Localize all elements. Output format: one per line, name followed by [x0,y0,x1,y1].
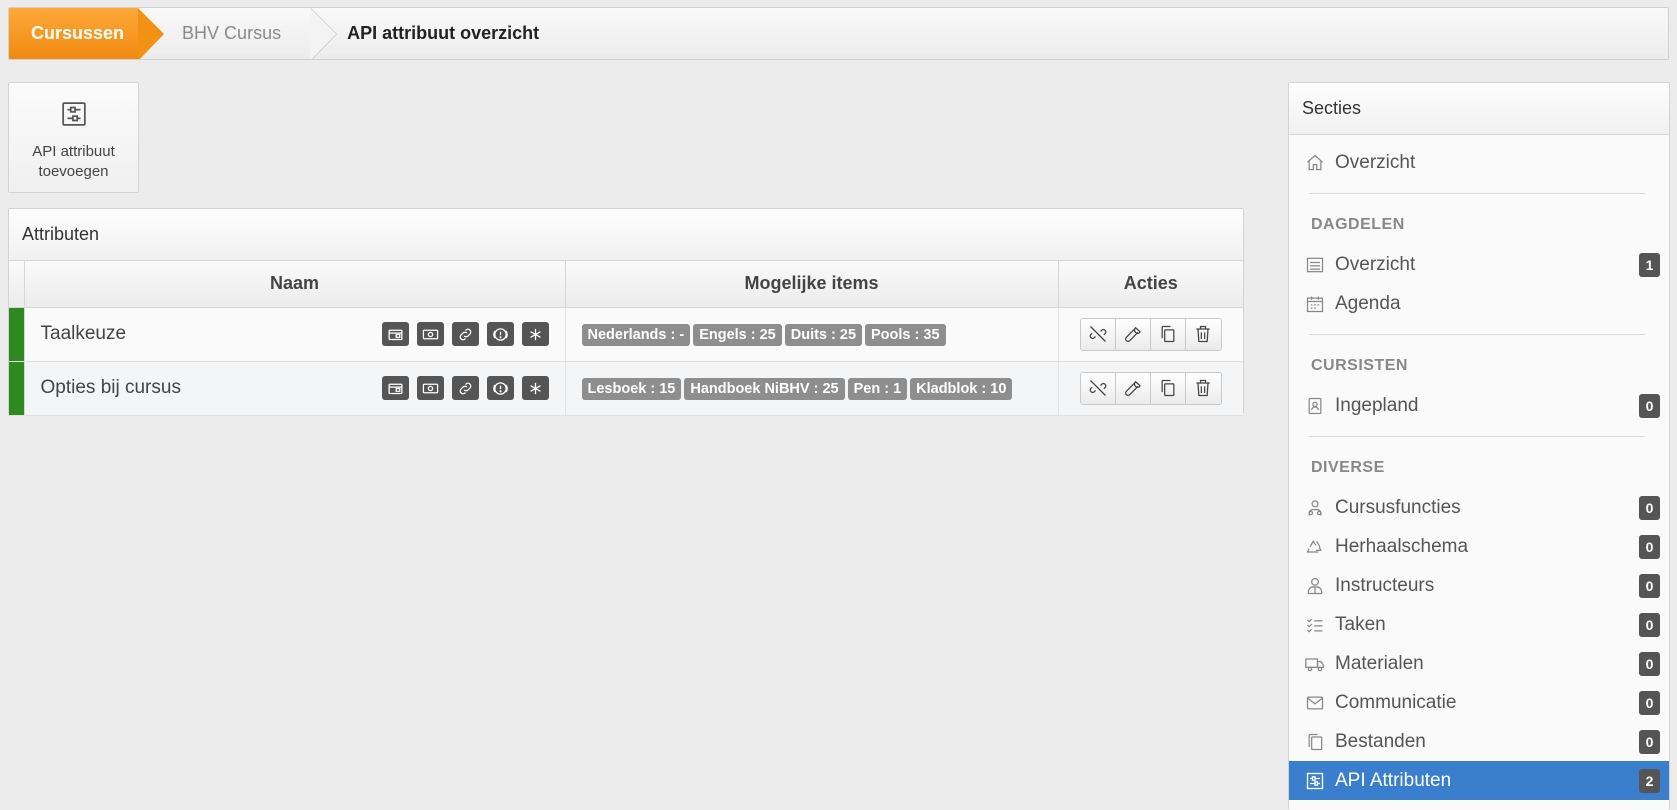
count-badge: 0 [1639,729,1660,754]
attribute-name: Taalkeuze [40,323,127,344]
files-icon [1305,731,1327,753]
unlink-button[interactable] [1080,318,1116,350]
calendar-icon [1305,293,1327,315]
row-actions [1079,317,1222,351]
sidebar-item-instructeurs[interactable]: Instructeurs 0 [1289,566,1669,605]
edit-button[interactable] [1115,318,1151,350]
count-badge: 0 [1639,651,1660,676]
instructor-icon [1305,575,1327,597]
sidebar-item-dagdelen-overview[interactable]: Overzicht 1 [1289,245,1669,284]
item-tag: Lesboek : 15 [581,377,682,400]
money-icon [416,376,444,400]
sidebar-item-taken[interactable]: Taken 0 [1289,605,1669,644]
section-title-cursisten: CURSISTEN [1311,357,1408,374]
add-api-attribute-button[interactable]: API attribuut toevoegen [8,82,139,193]
trash-icon [1196,325,1210,343]
table-row: Taalkeuze Nederlands : - Engels : 25 Duits… [9,307,1243,362]
delete-button[interactable] [1185,318,1221,350]
asterisk-icon [521,322,549,346]
count-badge: 2 [1639,768,1660,793]
row-actions [1079,371,1222,405]
breadcrumb: Cursussen BHV Cursus API attribuut overz… [8,7,1669,60]
item-tag: Kladblok : 10 [910,377,1013,400]
sidebar-item-herhaalschema[interactable]: Herhaalschema 0 [1289,527,1669,566]
sidebar-item-ingepland[interactable]: Ingepland 0 [1289,386,1669,425]
divider [1309,334,1645,335]
column-header-naam: Naam [24,261,566,308]
card-icon [381,376,409,400]
money-icon [416,322,444,346]
attributes-panel: Attributen Naam Mogelijke items Acties T… [8,208,1244,416]
card-icon [381,322,409,346]
sidebar-item-communicatie[interactable]: Communicatie 0 [1289,683,1669,722]
column-header-mogelijke-items: Mogelijke items [565,261,1059,308]
item-tag: Nederlands : - [581,323,691,346]
count-badge: 0 [1639,495,1660,520]
sidebar-item-materialen[interactable]: Materialen 0 [1289,644,1669,683]
table-row: Opties bij cursus Lesboek : 15 Handboek N… [9,361,1243,416]
tasks-icon [1305,614,1327,636]
link-icon [451,376,479,400]
row-marker [9,307,25,362]
copy-icon [1161,379,1175,397]
attributes-panel-title: Attributen [9,209,1243,261]
row-marker [9,361,25,416]
count-badge: 0 [1639,573,1660,598]
copy-button[interactable] [1150,372,1186,404]
sidebar-item-bestanden[interactable]: Bestanden 0 [1289,722,1669,761]
item-tag: Duits : 25 [784,323,863,346]
count-badge: 0 [1639,534,1660,559]
item-tag: Pen : 1 [847,377,908,400]
wrench-icon [1124,380,1141,396]
divider [1309,193,1645,194]
trash-icon [1196,379,1210,397]
breadcrumb-cursussen[interactable]: Cursussen [9,8,165,59]
sidebar-item-api-attributen[interactable]: API Attributen 2 [1289,761,1669,800]
add-api-attribute-label: API attribuut toevoegen [32,143,115,180]
link-icon [451,322,479,346]
sections-sidebar: Secties Overzicht DAGDELEN Overzicht 1 A… [1288,82,1670,810]
badge-icon [1305,395,1327,417]
alert-icon [486,376,514,400]
edit-button[interactable] [1115,372,1151,404]
sidebar-title: Secties [1289,83,1669,135]
section-title-diverse: DIVERSE [1311,459,1385,476]
divider [1309,436,1645,437]
copy-icon [1161,325,1175,343]
section-title-dagdelen: DAGDELEN [1311,216,1405,233]
truck-icon [1305,653,1327,675]
breadcrumb-current: API attribuut overzicht [347,23,540,43]
api-attribute-icon [61,101,87,132]
attributes-table: Naam Mogelijke items Acties Taalkeuze Ne… [9,261,1243,416]
list-icon [1305,254,1327,276]
envelope-icon [1305,692,1327,714]
wrench-icon [1124,326,1141,342]
sidebar-item-overview[interactable]: Overzicht [1289,143,1669,182]
sidebar-item-agenda[interactable]: Agenda [1289,284,1669,323]
item-tag: Handboek NiBHV : 25 [684,377,845,400]
count-badge: 1 [1639,252,1660,277]
asterisk-icon [521,376,549,400]
alert-icon [486,322,514,346]
count-badge: 0 [1639,393,1660,418]
count-badge: 0 [1639,612,1660,637]
copy-button[interactable] [1150,318,1186,350]
unlink-icon [1089,326,1107,342]
unlink-button[interactable] [1080,372,1116,404]
item-tag: Pools : 35 [865,323,946,346]
attribute-name: Opties bij cursus [40,377,181,398]
table-header-marker [9,261,25,308]
sidebar-item-cursusfuncties[interactable]: Cursusfuncties 0 [1289,488,1669,527]
recycle-icon [1305,536,1327,558]
unlink-icon [1089,380,1107,396]
count-badge: 0 [1639,690,1660,715]
delete-button[interactable] [1185,372,1221,404]
column-header-acties: Acties [1058,261,1243,308]
api-icon [1305,770,1327,792]
item-tag: Engels : 25 [693,323,782,346]
users-icon [1305,497,1327,519]
home-icon [1305,152,1327,174]
